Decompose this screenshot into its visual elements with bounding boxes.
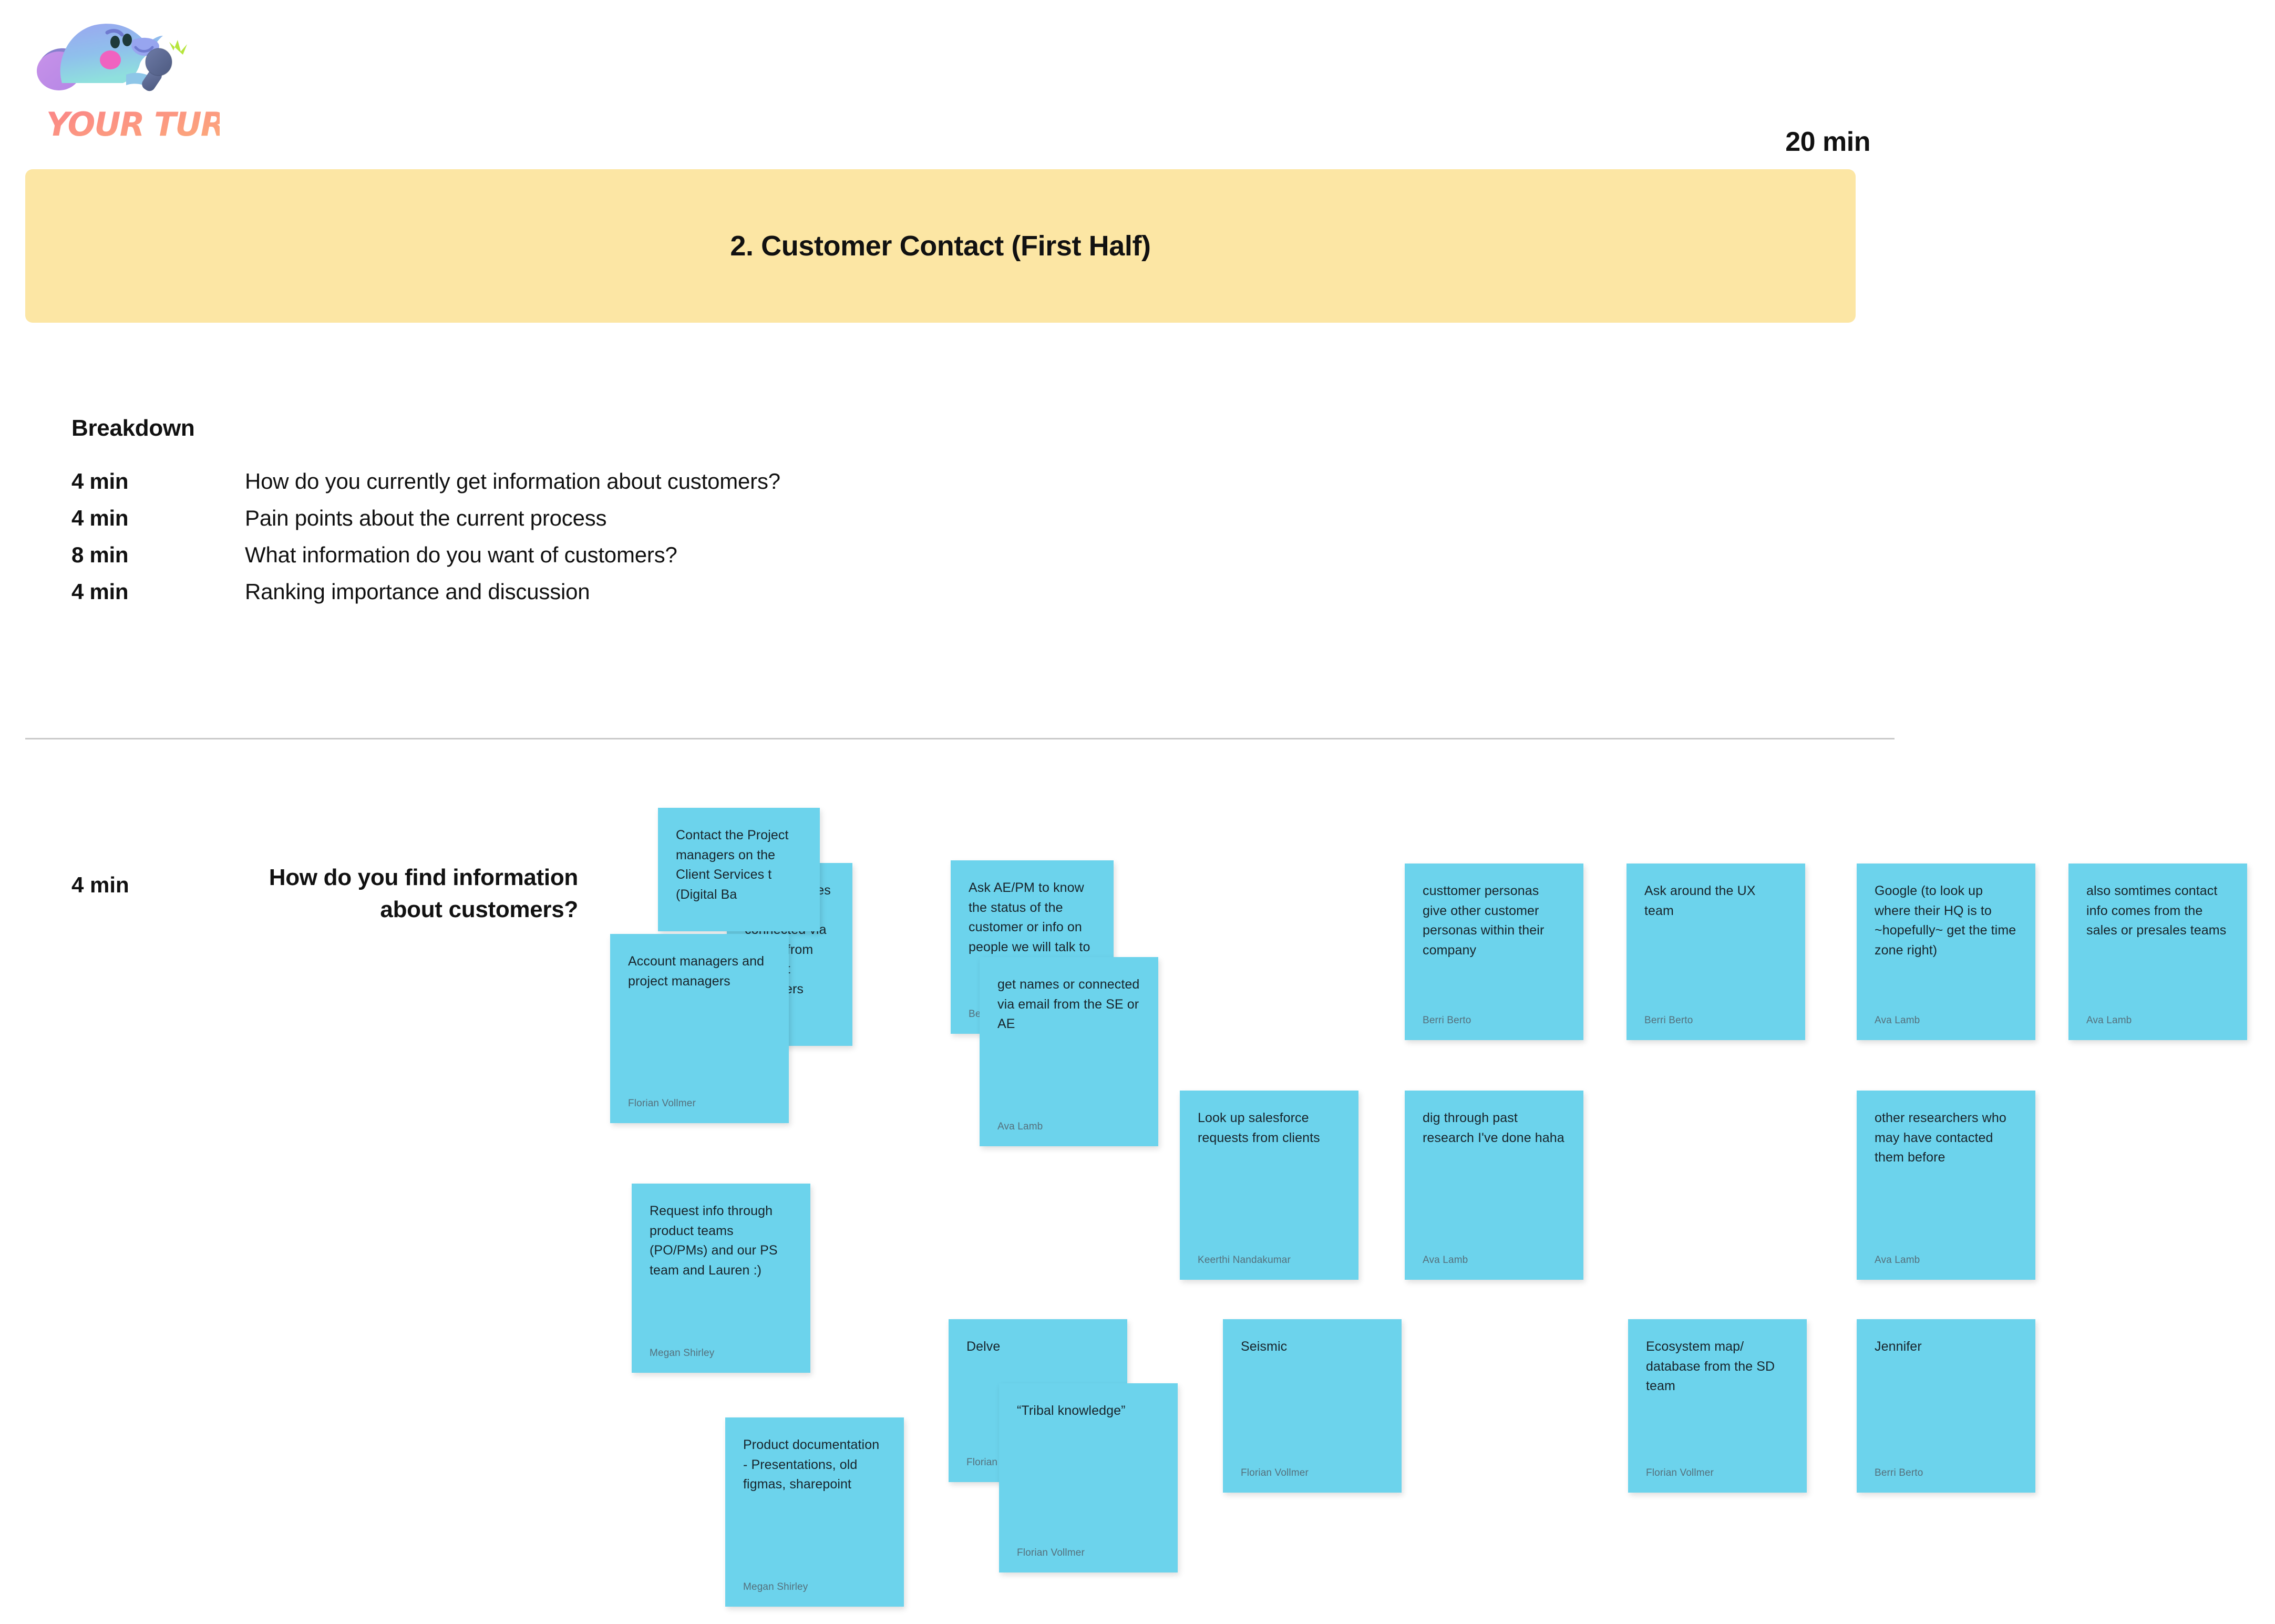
- sticky-note-author: Florian Vollmer: [1241, 1467, 1309, 1478]
- sticky-note[interactable]: Ask around the UX team Berri Berto: [1627, 864, 1805, 1040]
- sticky-note-author: Keerthi Nandakumar: [1198, 1255, 1291, 1266]
- sticky-note-text: Contact the Project managers on the Clie…: [676, 828, 792, 902]
- sticky-note-author: Megan Shirley: [650, 1348, 715, 1359]
- sticky-note-text: Ask AE/PM to know the status of the cust…: [969, 880, 1090, 954]
- sticky-note[interactable]: Google (to look up where their HQ is to …: [1857, 864, 2035, 1040]
- sticky-note[interactable]: get names or connected via email from th…: [980, 957, 1158, 1146]
- sticky-note-text: Delve: [966, 1339, 1001, 1354]
- sticky-note[interactable]: Look up salesforce requests from clients…: [1180, 1091, 1358, 1280]
- sticky-note-author: Be: [969, 1009, 981, 1020]
- sticky-note-text: Look up salesforce requests from clients: [1198, 1111, 1320, 1145]
- sticky-note[interactable]: custtomer personas give other customer p…: [1405, 864, 1583, 1040]
- sticky-note-author: Florian Vollmer: [1017, 1547, 1085, 1558]
- sticky-note-text: Request info through product teams (PO/P…: [650, 1204, 781, 1278]
- sticky-note-author: Ava Lamb: [1875, 1015, 1920, 1026]
- sticky-note-text: Seismic: [1241, 1339, 1288, 1354]
- sticky-note-text: “Tribal knowledge”: [1017, 1403, 1126, 1418]
- sticky-note-author: Berri Berto: [1423, 1015, 1471, 1026]
- sticky-note-board: Contact the Project managers on the Clie…: [0, 0, 2275, 1624]
- sticky-note-text: also somtimes contact info comes from th…: [2086, 883, 2227, 938]
- sticky-note-text: dig through past research I've done haha: [1423, 1111, 1564, 1145]
- sticky-note-text: Ecosystem map/ database from the SD team: [1646, 1339, 1779, 1393]
- sticky-note-text: Ask around the UX team: [1644, 883, 1759, 918]
- sticky-note-author: Ava Lamb: [1423, 1255, 1468, 1266]
- sticky-note[interactable]: Product documentation - Presentations, o…: [725, 1417, 904, 1607]
- sticky-note[interactable]: other researchers who may have contacted…: [1857, 1091, 2035, 1280]
- sticky-note[interactable]: also somtimes contact info comes from th…: [2068, 864, 2247, 1040]
- sticky-note-text: custtomer personas give other customer p…: [1423, 883, 1548, 958]
- sticky-note-author: Florian Vollmer: [628, 1098, 696, 1109]
- sticky-note-text: Google (to look up where their HQ is to …: [1875, 883, 2020, 958]
- sticky-note[interactable]: dig through past research I've done haha…: [1405, 1091, 1583, 1280]
- sticky-note-text: Jennifer: [1875, 1339, 1922, 1354]
- sticky-note-author: Megan Shirley: [743, 1581, 808, 1592]
- sticky-note-author: Berri Berto: [1875, 1467, 1923, 1478]
- sticky-note-text: Product documentation - Presentations, o…: [743, 1437, 883, 1492]
- sticky-note-author: Ava Lamb: [2086, 1015, 2132, 1026]
- sticky-note[interactable]: Contact the Project managers on the Clie…: [658, 808, 820, 931]
- sticky-note-author: Florian Vollmer: [1646, 1467, 1714, 1478]
- sticky-note-text: other researchers who may have contacted…: [1875, 1111, 2010, 1165]
- sticky-note-text: get names or connected via email from th…: [997, 977, 1144, 1031]
- sticky-note-author: Ava Lamb: [1875, 1255, 1920, 1266]
- sticky-note[interactable]: Account managers and project managers Flo…: [610, 934, 789, 1123]
- sticky-note[interactable]: Request info through product teams (PO/P…: [632, 1184, 810, 1373]
- sticky-note[interactable]: “Tribal knowledge” Florian Vollmer: [999, 1383, 1178, 1572]
- sticky-note-text: Account managers and project managers: [628, 954, 768, 989]
- sticky-note-author: Ava Lamb: [997, 1121, 1043, 1132]
- sticky-note-author: Berri Berto: [1644, 1015, 1693, 1026]
- sticky-note[interactable]: Seismic Florian Vollmer: [1223, 1319, 1402, 1493]
- sticky-note[interactable]: Ecosystem map/ database from the SD team…: [1628, 1319, 1807, 1493]
- sticky-note[interactable]: Jennifer Berri Berto: [1857, 1319, 2035, 1493]
